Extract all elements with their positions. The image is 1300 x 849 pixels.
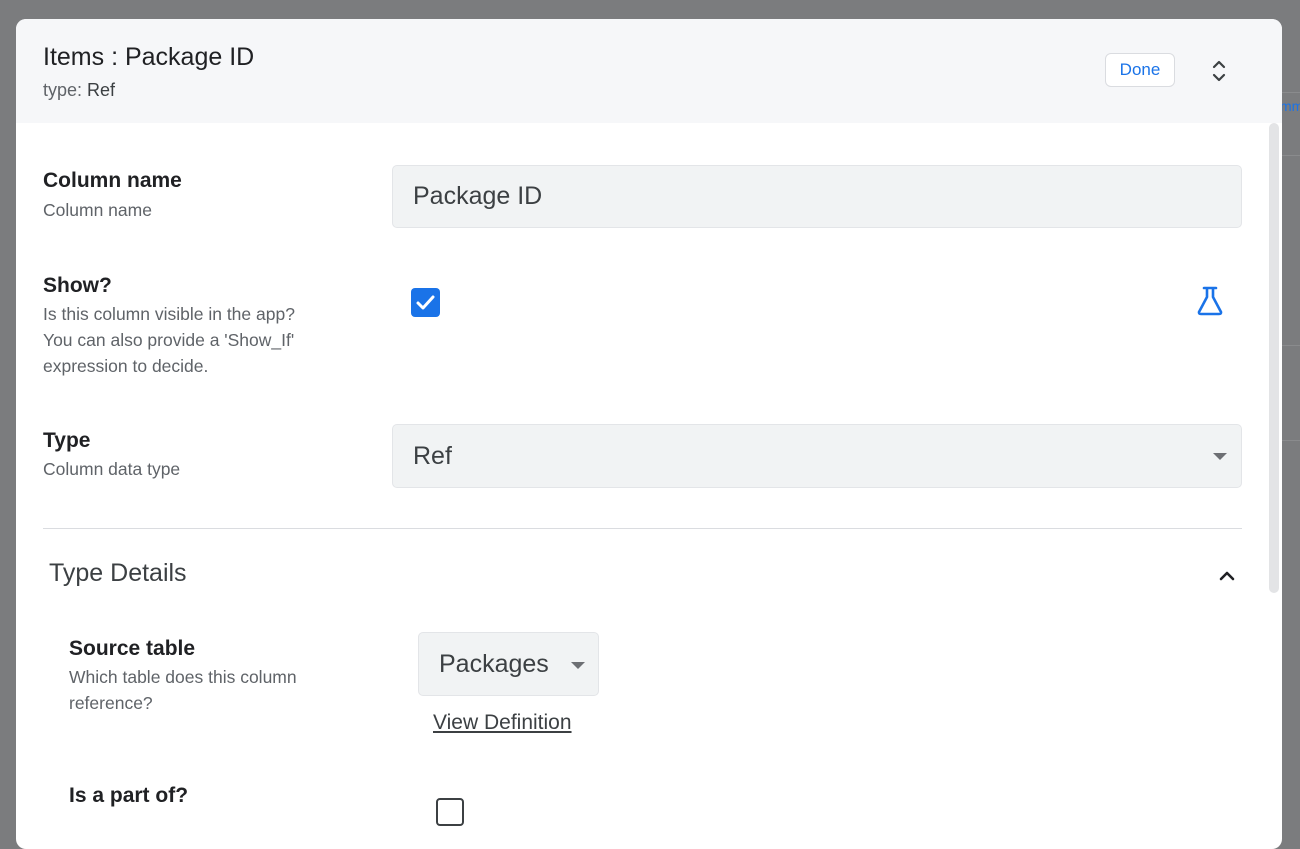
column-name-input[interactable]: Package ID [392, 165, 1242, 228]
source-table-description-line: reference? [69, 693, 153, 713]
checkmark-icon [416, 295, 435, 310]
show-description: Is this column visible in the app? You c… [43, 301, 295, 379]
type-label: Type [43, 429, 91, 452]
chevron-up-icon[interactable] [1215, 564, 1239, 588]
background-divider [1280, 155, 1300, 156]
is-part-of-label: Is a part of? [69, 784, 189, 807]
is-part-of-checkbox[interactable] [436, 798, 464, 826]
subtitle-prefix: type: [43, 80, 83, 100]
done-button[interactable]: Done [1105, 53, 1175, 87]
show-checkbox[interactable] [411, 288, 440, 317]
section-divider [43, 528, 1242, 529]
type-select-value: Ref [413, 441, 452, 470]
expand-collapse-icon[interactable] [1206, 57, 1232, 85]
column-name-description: Column name [43, 200, 152, 220]
source-table-description: Which table does this column reference? [69, 664, 297, 716]
chevron-down-icon [1213, 453, 1227, 460]
flask-icon[interactable] [1194, 285, 1226, 317]
dialog-scrollbar[interactable] [1267, 123, 1281, 843]
show-description-line: expression to decide. [43, 356, 209, 376]
background-divider [1280, 345, 1300, 346]
scrollbar-thumb[interactable] [1269, 123, 1279, 593]
view-definition-link[interactable]: View Definition [433, 711, 572, 735]
subtitle-type-value: Ref [87, 80, 116, 100]
background-divider [1280, 440, 1300, 441]
column-name-label: Column name [43, 169, 182, 192]
column-name-value: Package ID [413, 182, 543, 210]
chevron-down-icon [571, 662, 585, 669]
show-label: Show? [43, 274, 112, 297]
source-table-label: Source table [69, 637, 196, 660]
background-divider [1280, 92, 1300, 93]
type-details-title: Type Details [49, 559, 187, 587]
source-table-description-line: Which table does this column [69, 667, 297, 687]
type-select[interactable]: Ref [392, 424, 1242, 488]
show-description-line: Is this column visible in the app? [43, 304, 295, 324]
type-description: Column data type [43, 459, 181, 479]
show-description-line: You can also provide a 'Show_If' [43, 330, 295, 350]
dialog-header: Items : Package ID type: Ref Done [16, 19, 1282, 123]
source-table-select[interactable]: Packages [418, 632, 599, 696]
column-edit-dialog: Items : Package ID type: Ref Done Column… [16, 19, 1282, 849]
background-partial-text: mm [1280, 98, 1300, 114]
dialog-subtitle: type: Ref [43, 80, 115, 101]
source-table-value: Packages [439, 649, 549, 678]
dialog-title: Items : Package ID [43, 43, 255, 71]
